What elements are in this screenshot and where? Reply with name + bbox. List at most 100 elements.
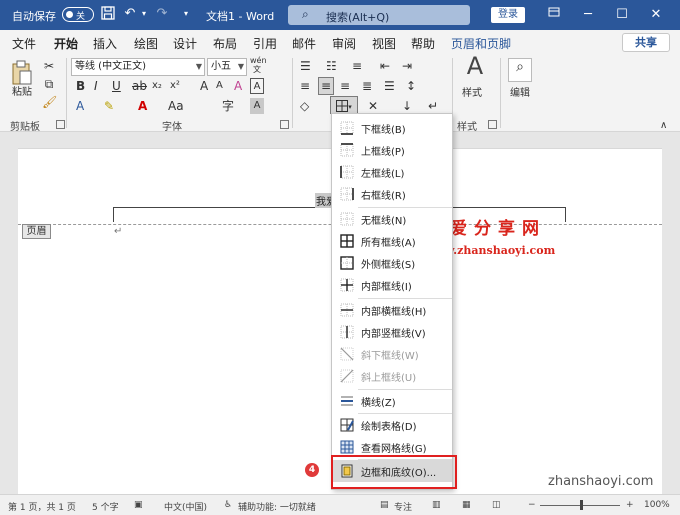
focus-icon[interactable]: ▤ — [380, 500, 389, 510]
tab-references[interactable]: 引用 — [253, 35, 277, 52]
chinese-layout-icon[interactable]: ✕ — [368, 98, 378, 114]
focus-label[interactable]: 专注 — [394, 500, 412, 513]
decrease-indent-icon[interactable]: ⇤ — [380, 58, 390, 74]
autosave-toggle[interactable]: 关 — [62, 7, 94, 22]
clipboard-launcher-icon[interactable] — [56, 120, 65, 129]
undo-dropdown-icon[interactable]: ▾ — [136, 6, 152, 22]
sort-icon[interactable]: ↓ — [402, 98, 412, 114]
enclose-characters-icon[interactable]: 字 — [222, 98, 234, 114]
font-size-combo[interactable]: 小五 ▼ — [207, 58, 247, 76]
character-border-icon[interactable]: A — [250, 78, 264, 94]
superscript-icon[interactable]: x² — [170, 78, 180, 94]
menu-item-inside-horizontal[interactable]: 内部横框线(H) — [332, 299, 452, 321]
shading-icon[interactable]: ◇ — [300, 98, 309, 114]
change-case-icon[interactable]: Aa — [168, 98, 184, 114]
web-layout-icon[interactable]: ◫ — [492, 500, 501, 510]
tab-file[interactable]: 文件 — [12, 35, 36, 52]
customize-toolbar-icon[interactable]: ▾ — [178, 6, 194, 22]
character-shading-icon[interactable]: A — [250, 98, 264, 114]
bold-icon[interactable]: B — [76, 78, 85, 94]
menu-item-right-border[interactable]: 右框线(R) — [332, 183, 452, 205]
login-button[interactable]: 登录 — [491, 7, 525, 23]
paste-icon[interactable] — [10, 60, 34, 86]
tab-header-footer[interactable]: 页眉和页脚 — [451, 35, 511, 52]
bullets-icon[interactable]: ☰ — [300, 58, 311, 74]
phonetic-guide-icon[interactable]: wén 文 — [250, 56, 267, 74]
format-painter-icon[interactable]: 🖌 — [42, 94, 57, 110]
read-mode-icon[interactable]: ▥ — [432, 500, 441, 510]
proofing-icon[interactable]: ▣ — [134, 500, 143, 510]
zoom-level[interactable]: 100% — [644, 500, 670, 510]
underline-icon[interactable]: U — [112, 78, 121, 94]
show-marks-icon[interactable]: ↵ — [428, 98, 438, 114]
menu-item-inside-vertical[interactable]: 内部竖框线(V) — [332, 321, 452, 343]
styles-launcher-icon[interactable] — [488, 120, 497, 129]
styles-icon[interactable]: A — [461, 54, 489, 86]
multilevel-list-icon[interactable]: ≡ — [352, 58, 362, 74]
tab-review[interactable]: 审阅 — [332, 35, 356, 52]
font-color-icon[interactable]: A — [138, 98, 147, 114]
line-spacing-icon[interactable]: ↕ — [406, 78, 416, 94]
page-count[interactable]: 第 1 页，共 1 页 — [8, 500, 76, 513]
menu-item-inside-borders[interactable]: 内部框线(I) — [332, 274, 452, 296]
redo-icon[interactable]: ↷ — [154, 6, 170, 22]
zoom-slider-thumb[interactable] — [580, 500, 583, 510]
menu-item-label: 下框线(B) — [361, 125, 406, 136]
menu-item-horizontal-line[interactable]: 横线(Z) — [332, 390, 452, 412]
numbering-icon[interactable]: ☷ — [326, 58, 337, 74]
tab-home[interactable]: 开始 — [54, 35, 79, 56]
maximize-icon[interactable]: ☐ — [612, 5, 632, 25]
italic-icon[interactable]: I — [94, 78, 98, 94]
menu-item-no-border[interactable]: 无框线(N) — [332, 208, 452, 230]
menu-item-draw-table[interactable]: 绘制表格(D) — [332, 414, 452, 436]
subscript-icon[interactable]: x₂ — [152, 78, 162, 94]
editing-search-icon[interactable]: ⌕ — [508, 58, 532, 82]
zoom-out-icon[interactable]: − — [528, 500, 536, 510]
share-button[interactable]: 共享 — [622, 33, 670, 52]
paragraph-mark: ↵ — [114, 226, 123, 237]
justify-icon[interactable]: ≣ — [362, 78, 372, 94]
menu-item-left-border[interactable]: 左框线(L) — [332, 161, 452, 183]
print-layout-icon[interactable]: ▦ — [462, 500, 471, 510]
align-center-icon[interactable]: ≡ — [318, 77, 334, 95]
menu-item-top-border[interactable]: 上框线(P) — [332, 139, 452, 161]
tab-draw[interactable]: 绘图 — [134, 35, 158, 52]
font-launcher-icon[interactable] — [280, 120, 289, 129]
borders-button[interactable]: ▾ — [330, 96, 358, 114]
cut-icon[interactable]: ✂ — [42, 58, 56, 74]
styles-button-label[interactable]: 样式 — [462, 86, 482, 102]
tab-mailings[interactable]: 邮件 — [292, 35, 316, 52]
highlight-color-icon[interactable]: ✎ — [104, 98, 114, 114]
text-effects-icon[interactable]: A — [76, 98, 84, 114]
language-status[interactable]: 中文(中国) — [164, 500, 207, 513]
tab-view[interactable]: 视图 — [372, 35, 396, 52]
close-icon[interactable]: ✕ — [646, 5, 666, 25]
shrink-font-icon[interactable]: A — [216, 78, 223, 94]
menu-item-all-borders[interactable]: 所有框线(A) — [332, 230, 452, 252]
align-right-icon[interactable]: ≡ — [340, 78, 350, 94]
menu-item-bottom-border[interactable]: 下框线(B) — [332, 117, 452, 139]
accessibility-status[interactable]: 辅助功能: 一切就绪 — [238, 500, 316, 513]
accessibility-icon[interactable]: ♿ — [224, 500, 232, 510]
minimize-icon[interactable]: ─ — [578, 5, 598, 25]
tab-design[interactable]: 设计 — [173, 35, 197, 52]
tab-layout[interactable]: 布局 — [213, 35, 237, 52]
save-icon[interactable] — [100, 6, 116, 22]
grow-font-icon[interactable]: A — [200, 78, 208, 94]
distributed-icon[interactable]: ☰ — [384, 78, 395, 94]
zoom-in-icon[interactable]: + — [626, 500, 634, 510]
align-left-icon[interactable]: ≡ — [300, 78, 310, 94]
tab-insert[interactable]: 插入 — [93, 35, 117, 52]
clear-formatting-icon[interactable]: A — [234, 78, 242, 94]
strikethrough-icon[interactable]: ab — [132, 78, 147, 94]
paste-label[interactable]: 粘贴 — [12, 85, 32, 101]
increase-indent-icon[interactable]: ⇥ — [402, 58, 412, 74]
ribbon-display-icon[interactable] — [544, 5, 564, 25]
menu-item-outside-borders[interactable]: 外侧框线(S) — [332, 252, 452, 274]
tab-help[interactable]: 帮助 — [411, 35, 435, 52]
search-box[interactable]: ⌕ 搜索(Alt+Q) — [288, 5, 470, 25]
edit-label[interactable]: 编辑 — [510, 86, 530, 102]
copy-icon[interactable]: ⧉ — [42, 76, 56, 92]
word-count[interactable]: 5 个字 — [92, 500, 119, 513]
font-name-combo[interactable]: 等线 (中文正文) ▼ — [71, 58, 205, 76]
